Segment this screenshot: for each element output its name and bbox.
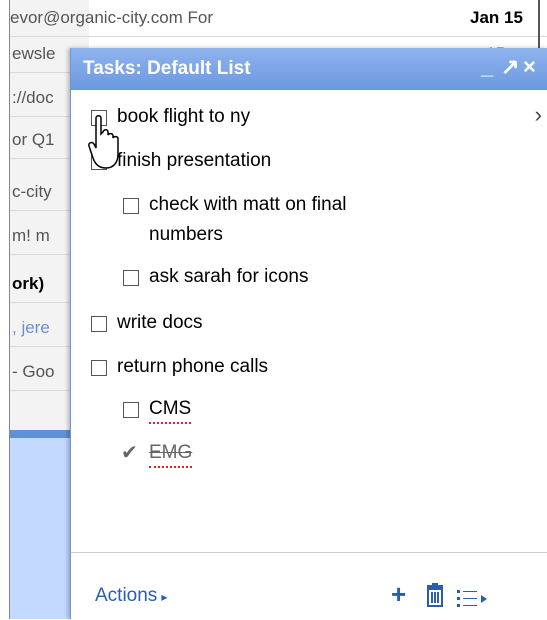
actions-menu-button[interactable]: Actions ▸ bbox=[95, 585, 167, 607]
background-selected-area bbox=[0, 430, 80, 619]
trash-icon[interactable] bbox=[425, 583, 445, 614]
bg-row-top[interactable]: evor@organic-city.com For Jan 15 bbox=[0, 0, 547, 37]
task-label[interactable]: return phone calls bbox=[117, 354, 268, 380]
bg-row-text: ewsle bbox=[12, 44, 56, 63]
task-label[interactable]: CMS bbox=[149, 396, 192, 424]
bg-row-text: - Goo bbox=[12, 362, 55, 381]
task-checkbox[interactable] bbox=[91, 316, 107, 332]
chevron-right-icon[interactable]: › bbox=[535, 102, 542, 128]
task-label-continued[interactable]: numbers bbox=[149, 222, 223, 248]
checkmark-icon[interactable]: ✔ bbox=[121, 440, 138, 465]
tasks-panel: Tasks: Default List _ ↗ × › book flight … bbox=[70, 48, 547, 620]
tasks-title-bar[interactable]: Tasks: Default List _ ↗ × bbox=[71, 48, 547, 90]
task-label[interactable]: ask sarah for icons bbox=[149, 264, 308, 290]
close-icon[interactable]: × bbox=[523, 54, 536, 80]
task-label[interactable]: book flight to ny bbox=[117, 104, 250, 130]
task-checkbox[interactable] bbox=[91, 360, 107, 376]
task-label[interactable]: EMG bbox=[149, 440, 193, 468]
bg-row-text: or Q1 bbox=[12, 130, 55, 149]
bg-row-text: ork) bbox=[12, 274, 45, 293]
task-checkbox[interactable] bbox=[123, 198, 139, 214]
bg-row-text: c-city bbox=[12, 182, 52, 201]
bg-row-top-text: evor@organic-city.com For bbox=[10, 8, 214, 27]
bg-row-text: ://doc bbox=[12, 88, 54, 107]
minimize-icon[interactable]: _ bbox=[481, 54, 493, 80]
bg-row-top-date: Jan 15 bbox=[470, 8, 523, 27]
bg-row-text: , jere bbox=[12, 318, 50, 337]
bg-row-text: m! m bbox=[12, 226, 50, 245]
task-label[interactable]: finish presentation bbox=[117, 148, 271, 174]
task-label[interactable]: write docs bbox=[117, 310, 203, 336]
actions-label: Actions bbox=[95, 585, 158, 606]
task-checkbox[interactable] bbox=[123, 402, 139, 418]
task-label[interactable]: check with matt on final bbox=[149, 192, 346, 218]
chevron-right-icon: ▸ bbox=[161, 590, 168, 604]
background-left-rail bbox=[0, 0, 10, 619]
list-menu-icon[interactable] bbox=[457, 585, 497, 616]
hand-cursor-icon bbox=[88, 115, 119, 169]
tasks-title: Tasks: Default List bbox=[83, 58, 251, 79]
add-task-icon[interactable]: + bbox=[391, 579, 406, 610]
background-blue-bar bbox=[0, 430, 80, 438]
task-checkbox[interactable] bbox=[123, 270, 139, 286]
tasks-footer: Actions ▸ + bbox=[71, 552, 547, 620]
popout-icon[interactable]: ↗ bbox=[501, 54, 519, 80]
